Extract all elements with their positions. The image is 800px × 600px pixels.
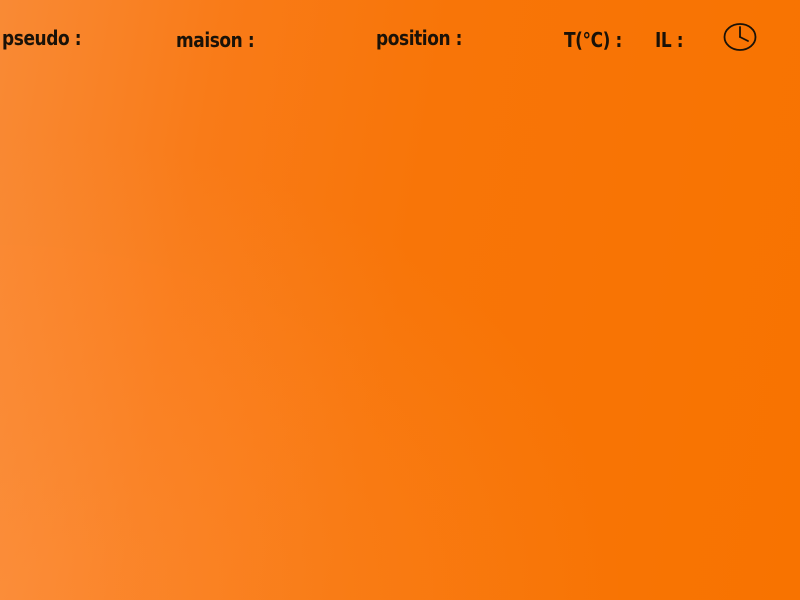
status-header: pseudo : maison : position : T(°C) : IL … xyxy=(0,0,800,70)
maison-label: maison : xyxy=(176,28,255,52)
il-label: IL : xyxy=(655,28,684,52)
position-label: position : xyxy=(376,26,462,50)
clock-icon[interactable] xyxy=(723,22,757,52)
temperature-label: T(°C) : xyxy=(564,28,622,52)
pseudo-label: pseudo : xyxy=(2,26,82,50)
background-shade xyxy=(0,0,800,600)
